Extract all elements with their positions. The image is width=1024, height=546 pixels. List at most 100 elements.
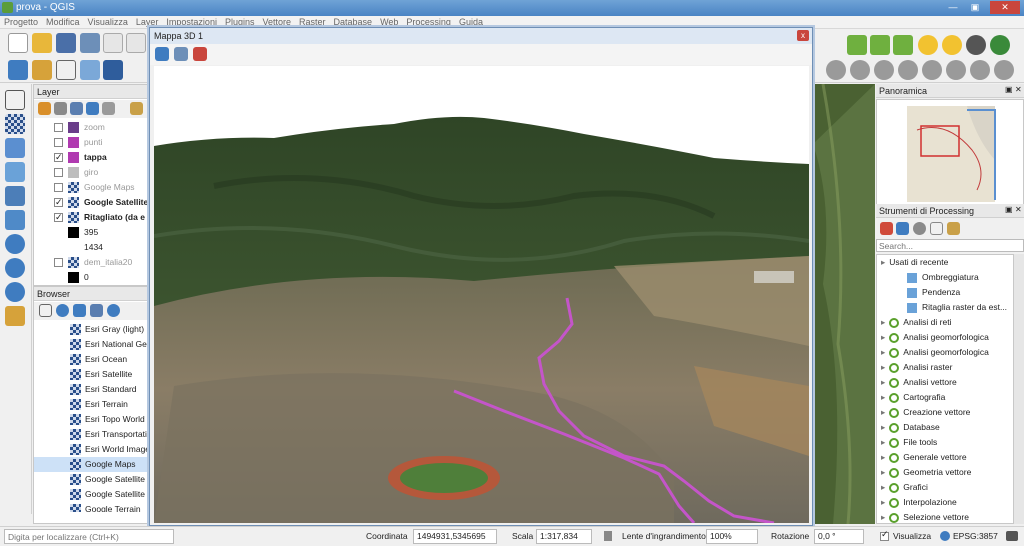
expand-arrow-icon[interactable]: ▸	[881, 512, 885, 522]
browser-item[interactable]: Esri Gray (light)	[34, 322, 148, 337]
layer-visibility-checkbox[interactable]	[54, 258, 63, 267]
processing-group[interactable]: ▸ Grafici	[881, 480, 928, 495]
processing-close-icon[interactable]: ✕	[1015, 205, 1023, 215]
layer-item[interactable]: Google Maps	[34, 180, 148, 195]
browser-item[interactable]: Esri Ocean	[34, 352, 148, 367]
expand-arrow-icon[interactable]: ▸	[881, 317, 885, 327]
map-3d-close-button[interactable]: x	[797, 30, 809, 41]
zoom-full-icon[interactable]	[155, 47, 169, 61]
animation-icon[interactable]	[174, 47, 188, 61]
magnifier-field[interactable]: 100%	[706, 529, 758, 544]
style-icon[interactable]	[38, 102, 51, 115]
add-spatialite-icon[interactable]	[5, 162, 25, 182]
data-source-icon[interactable]	[8, 60, 28, 80]
processing-group[interactable]: ▸ Cartografia	[881, 390, 945, 405]
save-as-icon[interactable]	[80, 33, 100, 53]
expand-arrow-icon[interactable]: ▸	[881, 497, 885, 507]
processing-group[interactable]: ▸ Analisi raster	[881, 360, 952, 375]
add-selected-icon[interactable]	[39, 304, 52, 317]
browser-item[interactable]: Google Satellite	[34, 472, 148, 487]
expand-arrow-icon[interactable]: ▸	[881, 482, 885, 492]
render-checkbox[interactable]	[880, 529, 889, 541]
filter-icon[interactable]	[86, 102, 99, 115]
expression-icon[interactable]	[102, 102, 115, 115]
recent-group[interactable]: ▸ Usati di recente	[881, 255, 948, 270]
browser-item[interactable]: Esri World Imager	[34, 442, 148, 457]
scripts-icon[interactable]	[896, 222, 909, 235]
layer-item[interactable]: 0	[34, 270, 148, 285]
lock-scale-icon[interactable]	[604, 531, 612, 541]
expand-arrow-icon[interactable]: ▸	[881, 392, 885, 402]
brightness-icon[interactable]	[918, 35, 938, 55]
processing-group[interactable]: ▸ File tools	[881, 435, 937, 450]
recent-algorithm[interactable]: Ombreggiatura	[907, 270, 979, 285]
expand-arrow-icon[interactable]: ▸	[881, 257, 885, 267]
processing-search-input[interactable]	[876, 239, 1024, 252]
layer-item[interactable]: dem_italia20	[34, 255, 148, 270]
properties-icon[interactable]	[107, 304, 120, 317]
layer-visibility-checkbox[interactable]	[54, 138, 63, 147]
minimize-button[interactable]: —	[944, 1, 962, 14]
layer-item[interactable]: tappa	[34, 150, 148, 165]
browser-item[interactable]: Esri Transportation	[34, 427, 148, 442]
shape-tool-icon-8[interactable]	[994, 60, 1014, 80]
overview-close-icon[interactable]: ✕	[1015, 85, 1023, 95]
layer-visibility-checkbox[interactable]	[54, 183, 63, 192]
browser-item[interactable]: Esri National Geog	[34, 337, 148, 352]
crs-label[interactable]: EPSG:3857	[953, 531, 998, 541]
overview-map[interactable]	[876, 99, 1024, 207]
browser-item[interactable]: Esri Satellite	[34, 367, 148, 382]
add-vector-layer-icon[interactable]	[5, 90, 25, 110]
layer-visibility-checkbox[interactable]	[54, 150, 63, 165]
crs-globe-icon[interactable]	[940, 531, 950, 541]
browser-item[interactable]: Esri Topo World	[34, 412, 148, 427]
processing-group[interactable]: ▸ Selezione vettore	[881, 510, 969, 523]
recent-algorithm[interactable]: Ritaglia raster da est...	[907, 300, 1007, 315]
locator-search-input[interactable]	[4, 529, 174, 544]
visibility-icon[interactable]	[70, 102, 83, 115]
histogram-icon[interactable]	[847, 35, 867, 55]
stretch-icon[interactable]	[870, 35, 890, 55]
layout-manager-icon[interactable]	[126, 33, 146, 53]
recent-algorithm[interactable]: Pendenza	[907, 285, 960, 300]
processing-group[interactable]: ▸ Database	[881, 420, 940, 435]
gamma-icon[interactable]	[966, 35, 986, 55]
coordinate-field[interactable]: 1494931,5345695	[413, 529, 497, 544]
browser-item[interactable]: Esri Terrain	[34, 397, 148, 412]
processing-group[interactable]: ▸ Geometria vettore	[881, 465, 971, 480]
shape-tool-icon-3[interactable]	[874, 60, 894, 80]
rotation-field[interactable]: 0,0 °	[814, 529, 864, 544]
layer-visibility-checkbox[interactable]	[54, 168, 63, 177]
options-icon[interactable]	[947, 222, 960, 235]
layer-visibility-checkbox[interactable]	[54, 123, 63, 132]
add-wms-icon[interactable]	[5, 234, 25, 254]
processing-group[interactable]: ▸ Generale vettore	[881, 450, 967, 465]
layer-item[interactable]: 1434	[34, 240, 148, 255]
browser-item[interactable]: Google Satellite H	[34, 487, 148, 502]
add-wcs-icon[interactable]	[5, 258, 25, 278]
layer-visibility-checkbox[interactable]	[54, 210, 63, 225]
processing-group[interactable]: ▸ Creazione vettore	[881, 405, 970, 420]
menu-progetto[interactable]: Progetto	[0, 16, 42, 29]
add-raster-layer-icon[interactable]	[5, 114, 25, 134]
processing-scrollbar[interactable]	[1014, 254, 1024, 524]
add-db2-icon[interactable]	[5, 210, 25, 230]
saturation-icon[interactable]	[990, 35, 1010, 55]
layer-item[interactable]: 395	[34, 225, 148, 240]
shape-tool-icon-7[interactable]	[970, 60, 990, 80]
shape-tool-icon-4[interactable]	[898, 60, 918, 80]
layer-item[interactable]: zoom	[34, 120, 148, 135]
expand-icon[interactable]	[130, 102, 143, 115]
add-group-icon[interactable]	[54, 102, 67, 115]
expand-arrow-icon[interactable]: ▸	[881, 467, 885, 477]
expand-arrow-icon[interactable]: ▸	[881, 437, 885, 447]
expand-arrow-icon[interactable]: ▸	[881, 422, 885, 432]
add-grid-icon[interactable]	[103, 60, 123, 80]
map-3d-scene[interactable]	[154, 66, 809, 523]
processing-float-icon[interactable]: ▣	[1005, 205, 1013, 215]
scale-field[interactable]: 1:317,834	[536, 529, 592, 544]
menu-modifica[interactable]: Modifica	[42, 16, 84, 29]
layer-item[interactable]: Ritagliato (da e	[34, 210, 148, 225]
add-line-icon[interactable]	[80, 60, 100, 80]
open-project-icon[interactable]	[32, 33, 52, 53]
